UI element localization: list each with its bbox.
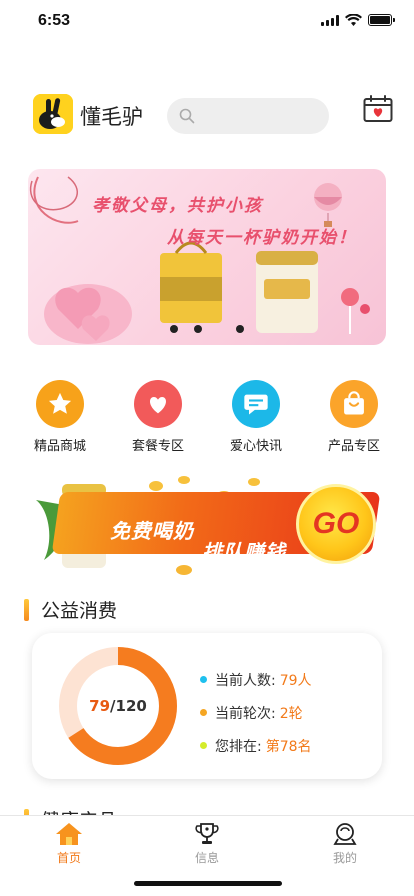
shopping-bag-icon: [330, 380, 378, 428]
section-marker: [24, 598, 29, 621]
stat-dot: [200, 709, 207, 716]
app-name: 懂毛驴: [80, 105, 143, 129]
tab-label: 首页: [56, 851, 81, 865]
section-title-text: 公益消费: [41, 600, 118, 622]
go-button[interactable]: GO: [296, 484, 376, 564]
star-icon: [36, 380, 84, 428]
section-charity-title: 公益消费: [24, 596, 117, 623]
banner-headline-1: 孝敬父母，共护小孩: [92, 196, 263, 216]
stat-dot: [200, 676, 207, 683]
stat-label: 您排在:: [215, 738, 262, 755]
stat-row: 您排在: 第78名: [200, 729, 312, 762]
queue-stats: 当前人数: 79人 当前轮次: 2轮 您排在: 第78名: [200, 663, 312, 762]
category-package[interactable]: 套餐专区: [118, 380, 198, 456]
total-count: 120: [115, 697, 147, 715]
tab-profile[interactable]: 我的: [305, 822, 385, 866]
charity-progress-card[interactable]: 79/120 当前人数: 79人 当前轮次: 2轮 您排在: 第78名: [32, 633, 382, 779]
calendar-heart-icon[interactable]: [363, 95, 393, 123]
current-count: 79: [89, 697, 111, 715]
free-milk-promo[interactable]: 免费喝奶 排队赚钱 GO: [34, 470, 384, 580]
promo-text-free-milk: 免费喝奶: [110, 519, 194, 543]
category-label: 产品专区: [327, 439, 380, 454]
banner-headline-2: 从每天一杯驴奶开始！: [167, 228, 357, 248]
heart-icon: [134, 380, 182, 428]
header: 懂毛驴: [33, 94, 393, 134]
stat-value: 79人: [279, 672, 312, 689]
battery-icon: [368, 14, 395, 26]
logo-icon: [33, 94, 73, 134]
tab-home[interactable]: 首页: [29, 822, 109, 866]
promo-banner[interactable]: 孝敬父母，共护小孩 从每天一杯驴奶开始！: [28, 169, 386, 345]
wifi-icon: [345, 14, 362, 26]
category-label: 套餐专区: [131, 439, 184, 454]
category-nav: 精品商城 套餐专区 爱心快讯 产品专区: [20, 380, 394, 456]
search-icon: [179, 108, 195, 124]
stat-value: 2轮: [279, 705, 303, 722]
stat-label: 当前轮次:: [215, 705, 276, 722]
category-mall[interactable]: 精品商城: [20, 380, 100, 456]
category-news[interactable]: 爱心快讯: [216, 380, 296, 456]
tab-label: 信息: [194, 851, 219, 865]
go-label: GO: [312, 507, 360, 540]
donut-center-label: 79/120: [54, 647, 182, 765]
stat-value: 第78名: [265, 738, 312, 755]
category-label: 精品商城: [33, 439, 86, 454]
trophy-icon: [195, 823, 219, 844]
category-label: 爱心快讯: [229, 439, 282, 454]
tab-label: 我的: [332, 851, 357, 865]
profile-icon: [333, 823, 357, 845]
stat-row: 当前人数: 79人: [200, 663, 312, 696]
stat-row: 当前轮次: 2轮: [200, 696, 312, 729]
status-icons: [321, 14, 395, 26]
tab-info[interactable]: 信息: [167, 822, 247, 866]
category-products[interactable]: 产品专区: [314, 380, 394, 456]
signal-icon: [321, 14, 339, 26]
home-indicator: [134, 881, 282, 886]
search-input[interactable]: [167, 98, 329, 134]
promo-text-queue-earn: 排队赚钱: [202, 540, 286, 564]
message-icon: [232, 380, 280, 428]
home-icon: [56, 823, 82, 845]
status-time: 6:53: [38, 12, 71, 29]
status-bar: 6:53: [0, 0, 414, 44]
stat-label: 当前人数:: [215, 672, 276, 689]
stat-dot: [200, 742, 207, 749]
